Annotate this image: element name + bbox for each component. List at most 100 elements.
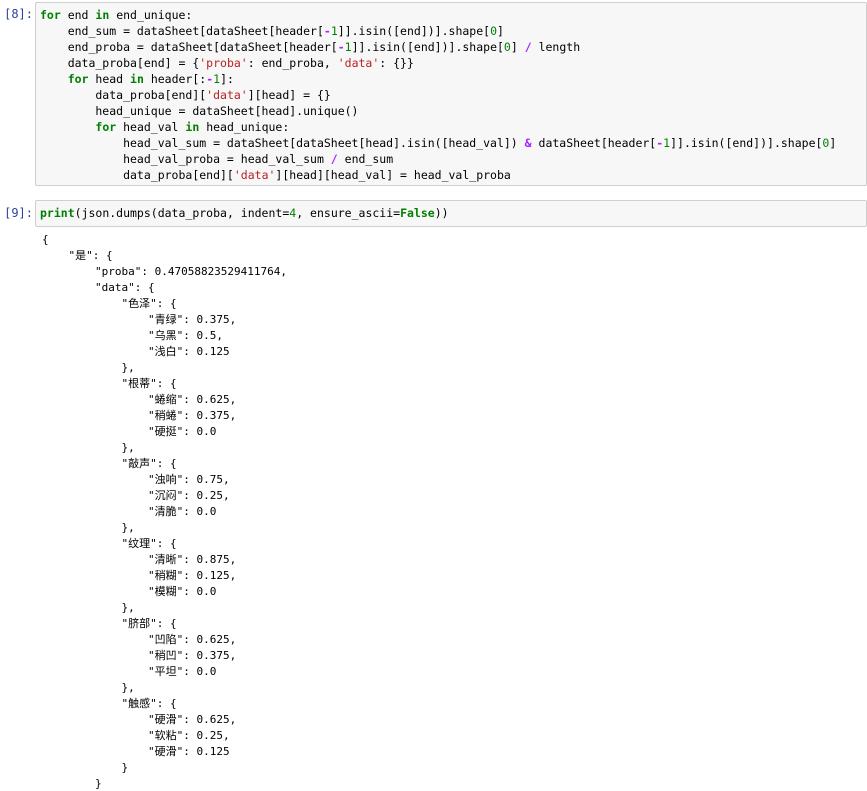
- code-token: end_proba = dataSheet[dataSheet[header[: [40, 40, 338, 54]
- code-line: data_proba[end]['data'][head] = {}: [40, 87, 866, 103]
- code-token: : end_proba,: [247, 56, 338, 70]
- code-token: head_val_proba = head_val_sum: [40, 152, 331, 166]
- code-token: head_val: [123, 120, 186, 134]
- output-line: }: [42, 761, 129, 774]
- output-line: }: [42, 777, 102, 790]
- code-token: ]].isin([end])].shape[: [337, 24, 491, 38]
- code-line: head_val_sum = dataSheet[dataSheet[head]…: [40, 135, 866, 151]
- code-token-op: /: [524, 40, 539, 54]
- code-input-area[interactable]: for end in end_unique: end_sum = dataShe…: [35, 2, 867, 186]
- output-line: "根蒂": {: [42, 377, 177, 390]
- code-token: ]: [497, 24, 504, 38]
- code-line: for end in end_unique:: [40, 7, 866, 23]
- code-token-str: 'data': [337, 56, 380, 70]
- code-line: print(json.dumps(data_proba, indent=4, e…: [40, 205, 866, 221]
- output-line: "是": {: [42, 249, 113, 262]
- code-token-kw: in: [185, 120, 207, 134]
- code-token-op: /: [330, 152, 345, 166]
- output-line: },: [42, 441, 135, 454]
- code-token-op: -: [323, 24, 331, 38]
- code-line: end_sum = dataSheet[dataSheet[header[-1]…: [40, 23, 866, 39]
- output-line: "软粘": 0.25,: [42, 729, 230, 742]
- cell-output: { "是": { "proba": 0.47058823529411764, "…: [36, 232, 867, 791]
- output-line: "纹理": {: [42, 537, 177, 550]
- code-block: print(json.dumps(data_proba, indent=4, e…: [40, 205, 866, 221]
- code-token: end: [67, 8, 96, 22]
- code-token-kw: in: [130, 72, 151, 86]
- output-line: "清脆": 0.0: [42, 505, 217, 518]
- code-token-num: 1: [330, 24, 338, 38]
- code-token: ][head][head_val] = head_val_proba: [275, 168, 511, 182]
- output-line: "触感": {: [42, 697, 177, 710]
- code-token-num: 1: [344, 40, 352, 54]
- code-token: ][head] = {}: [247, 88, 331, 102]
- code-cell-9[interactable]: [9]: print(json.dumps(data_proba, indent…: [0, 200, 867, 228]
- code-token-kw: for: [40, 8, 68, 22]
- output-line: "沉闷": 0.25,: [42, 489, 230, 502]
- code-token-kw: for: [67, 72, 96, 86]
- output-line: "模糊": 0.0: [42, 585, 217, 598]
- code-cell-8[interactable]: [8]: for end in end_unique: end_sum = da…: [0, 2, 867, 186]
- output-line: "蜷缩": 0.625,: [42, 393, 237, 406]
- cell-prompt: [9]:: [4, 206, 33, 220]
- code-token: (json.dumps(data_proba, indent=: [74, 206, 290, 220]
- output-line: "硬滑": 0.125: [42, 745, 230, 758]
- code-block: for end in end_unique: end_sum = dataShe…: [40, 7, 866, 183]
- json-output: { "是": { "proba": 0.47058823529411764, "…: [42, 232, 867, 791]
- code-token: ]].isin([end])].shape[: [670, 136, 823, 150]
- output-line: "data": {: [42, 281, 155, 294]
- output-line: "敲声": {: [42, 457, 177, 470]
- code-token-op: &: [524, 136, 539, 150]
- code-token-num: 0: [490, 24, 498, 38]
- code-input-area[interactable]: print(json.dumps(data_proba, indent=4, e…: [35, 200, 867, 227]
- code-token: ]: [829, 136, 837, 150]
- output-line: "稍糊": 0.125,: [42, 569, 237, 582]
- code-token-kw: False: [400, 206, 435, 220]
- output-line: },: [42, 601, 135, 614]
- output-line: "浅白": 0.125: [42, 345, 230, 358]
- code-token-op: -: [337, 40, 345, 54]
- code-token: ]:: [220, 72, 234, 86]
- code-token: head_unique:: [206, 120, 290, 134]
- code-line: data_proba[end]['data'][head][head_val] …: [40, 167, 866, 183]
- output-line: {: [42, 233, 49, 246]
- cell-prompt: [8]:: [4, 7, 33, 21]
- code-token: , ensure_ascii=: [296, 206, 401, 220]
- code-line: end_proba = dataSheet[dataSheet[header[-…: [40, 39, 866, 55]
- code-token: head: [95, 72, 131, 86]
- code-token: )): [434, 206, 449, 220]
- code-token: data_proba[end][: [40, 168, 234, 182]
- code-token: data_proba[end][: [40, 88, 207, 102]
- code-token-num: 0: [503, 40, 511, 54]
- output-line: },: [42, 521, 135, 534]
- code-token: head_val_sum = dataSheet[dataSheet[head]…: [40, 136, 525, 150]
- code-token-kw: for: [95, 120, 124, 134]
- output-line: "proba": 0.47058823529411764,: [42, 265, 288, 278]
- output-line: },: [42, 681, 135, 694]
- output-line: "青绿": 0.375,: [42, 313, 237, 326]
- code-line: data_proba[end] = {'proba': end_proba, '…: [40, 55, 866, 71]
- code-token: length: [538, 40, 581, 54]
- code-token: head_unique = dataSheet[head].unique(): [40, 104, 359, 118]
- code-line: for head in header[:-1]:: [40, 71, 866, 87]
- output-line: "脐部": {: [42, 617, 177, 630]
- code-line: head_unique = dataSheet[head].unique(): [40, 103, 866, 119]
- code-token: end_sum: [344, 152, 394, 166]
- code-token-str: 'data': [233, 168, 276, 182]
- code-token-kw: print: [40, 206, 75, 220]
- output-line: "硬滑": 0.625,: [42, 713, 237, 726]
- output-line: "凹陷": 0.625,: [42, 633, 237, 646]
- code-token-kw: in: [95, 8, 117, 22]
- code-line: for head_val in head_unique:: [40, 119, 866, 135]
- code-token: header[:: [150, 72, 207, 86]
- code-line: head_val_proba = head_val_sum / end_sum: [40, 151, 866, 167]
- code-token: ]: [510, 40, 525, 54]
- output-line: "浊响": 0.75,: [42, 473, 230, 486]
- output-line: },: [42, 361, 135, 374]
- output-line: "硬挺": 0.0: [42, 425, 217, 438]
- output-line: "稍凹": 0.375,: [42, 649, 237, 662]
- output-line: "平坦": 0.0: [42, 665, 217, 678]
- code-token: data_proba[end] = {: [40, 56, 200, 70]
